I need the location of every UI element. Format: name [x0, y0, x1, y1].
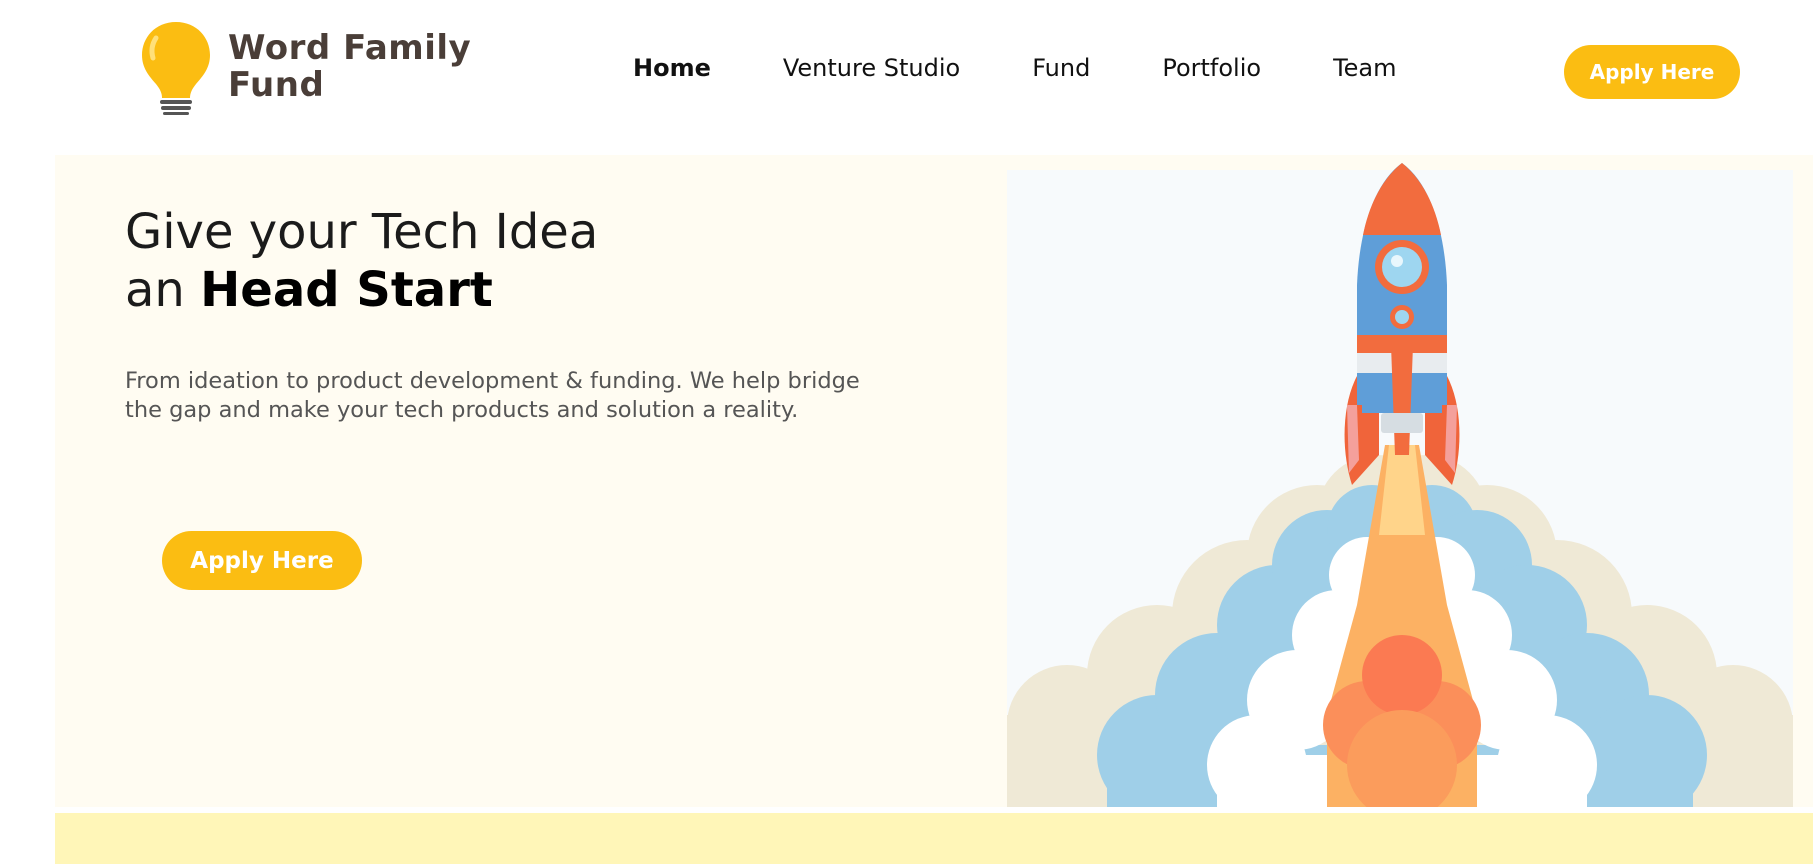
nav-item-fund[interactable]: Fund — [1032, 54, 1090, 82]
nav-item-home[interactable]: Home — [633, 54, 711, 82]
site-header: Word Family Fund Home Venture Studio Fun… — [0, 0, 1813, 146]
hero-title-line2-prefix: an — [125, 262, 201, 318]
brand-name-line1: Word Family — [228, 28, 472, 68]
brand-name: Word Family Fund — [228, 30, 471, 104]
brand-name-line2: Fund — [228, 65, 325, 105]
next-section-band — [55, 813, 1813, 864]
nav-item-team[interactable]: Team — [1333, 54, 1396, 82]
nav-item-venture-studio[interactable]: Venture Studio — [783, 54, 960, 82]
brand-logo[interactable]: Word Family Fund — [138, 18, 471, 116]
nav-item-portfolio[interactable]: Portfolio — [1162, 54, 1261, 82]
hero-apply-button[interactable]: Apply Here — [162, 531, 362, 590]
header-apply-button[interactable]: Apply Here — [1564, 45, 1740, 99]
rocket-launch-illustration — [1007, 155, 1793, 807]
hero-description: From ideation to product development & f… — [125, 368, 860, 423]
page: Word Family Fund Home Venture Studio Fun… — [0, 0, 1813, 864]
hero-title-line1: Give your Tech Idea — [125, 204, 599, 260]
hero-title-highlight: Head Start — [200, 262, 493, 318]
hero-title: Give your Tech Idea an Head Start — [125, 203, 598, 319]
main-nav: Home Venture Studio Fund Portfolio Team — [633, 54, 1397, 82]
lightbulb-icon — [142, 22, 210, 115]
rocket-icon — [1007, 163, 1793, 807]
hero-section: Give your Tech Idea an Head Start From i… — [55, 155, 1813, 807]
